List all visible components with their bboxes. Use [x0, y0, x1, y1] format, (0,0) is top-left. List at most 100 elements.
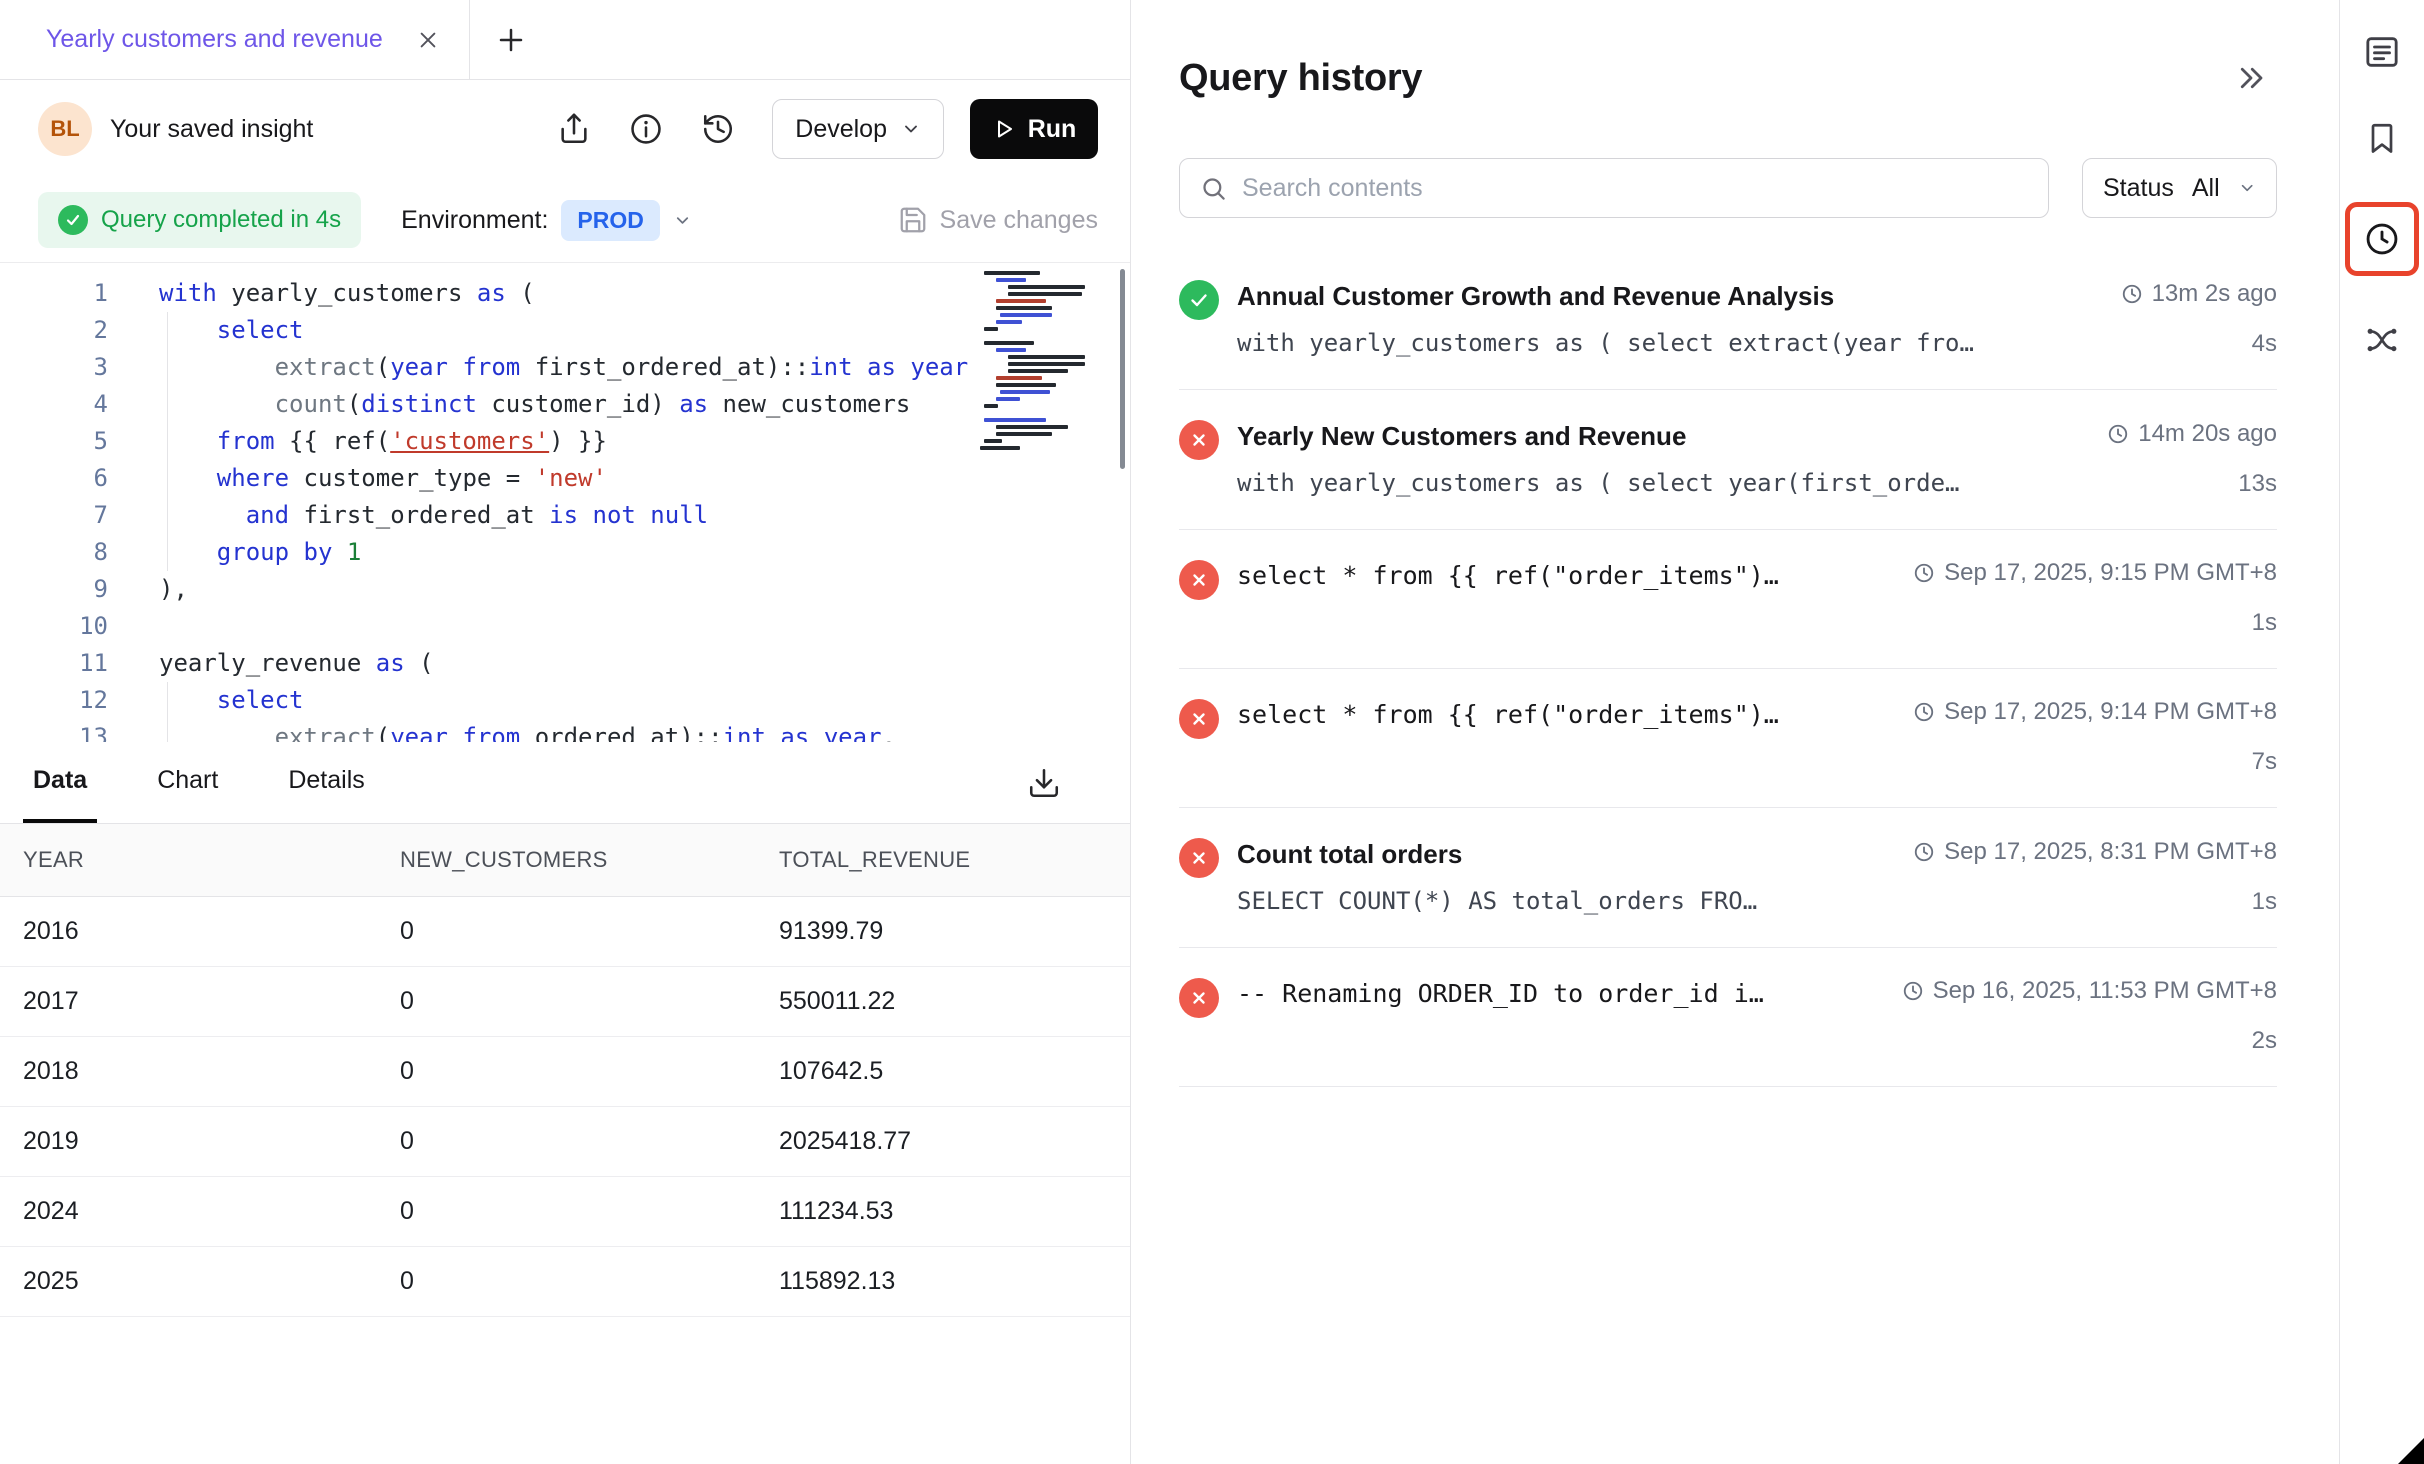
history-item-duration: 1s [2252, 885, 2277, 919]
tab-data[interactable]: Data [23, 742, 97, 823]
share-button[interactable] [548, 103, 600, 155]
history-item-time: 14m 20s ago [2107, 420, 2277, 448]
table-cell: 2025 [23, 1267, 400, 1296]
table-cell: 115892.13 [779, 1267, 1107, 1296]
table-row[interactable]: 2016091399.79 [0, 897, 1130, 967]
chevron-down-icon [673, 211, 692, 230]
tab-bar: Yearly customers and revenue [0, 0, 1130, 80]
code-line[interactable]: 4 count(distinct customer_id) as new_cus… [0, 386, 1130, 423]
corner-marker [2398, 1438, 2424, 1464]
table-row[interactable]: 20170550011.22 [0, 967, 1130, 1037]
history-item-time: Sep 17, 2025, 9:15 PM GMT+8 [1913, 559, 2277, 587]
query-status-text: Query completed in 4s [101, 206, 341, 234]
code-line[interactable]: 11yearly_revenue as ( [0, 645, 1130, 682]
collapse-panel-button[interactable] [2225, 52, 2277, 104]
status-bar: Query completed in 4s Environment: PROD … [0, 178, 1130, 263]
status-filter-dropdown[interactable]: Status All [2082, 158, 2277, 218]
history-item[interactable]: Count total ordersSep 17, 2025, 8:31 PM … [1179, 808, 2277, 948]
play-icon [992, 117, 1016, 141]
clock-icon [1902, 980, 1924, 1002]
tab-close-icon[interactable] [417, 29, 439, 51]
code-line[interactable]: 5 from {{ ref('customers') }} [0, 423, 1130, 460]
status-filter-value: All [2192, 174, 2220, 203]
history-item-time: Sep 17, 2025, 9:14 PM GMT+8 [1913, 698, 2277, 726]
lineage-button[interactable] [2360, 318, 2404, 362]
history-item[interactable]: Annual Customer Growth and Revenue Analy… [1179, 250, 2277, 390]
column-header[interactable]: YEAR [23, 847, 400, 873]
table-header: YEARNEW_CUSTOMERSTOTAL_REVENUE [0, 824, 1130, 897]
code-text: select [108, 312, 304, 349]
history-item[interactable]: Yearly New Customers and Revenue14m 20s … [1179, 390, 2277, 530]
save-changes-button[interactable]: Save changes [898, 205, 1098, 235]
column-header[interactable]: NEW_CUSTOMERS [400, 847, 779, 873]
table-row[interactable]: 20250115892.13 [0, 1247, 1130, 1317]
code-line[interactable]: 2 select [0, 312, 1130, 349]
error-status-icon [1179, 699, 1219, 739]
code-text: yearly_revenue as ( [108, 645, 434, 682]
tab-label: Yearly customers and revenue [46, 25, 383, 54]
column-header[interactable]: TOTAL_REVENUE [779, 847, 1107, 873]
crossing-curves-icon [2363, 321, 2401, 359]
environment-selector[interactable]: Environment: PROD [401, 200, 692, 241]
editor-minimap[interactable] [980, 271, 1085, 453]
history-item-time: 13m 2s ago [2121, 280, 2277, 308]
check-circle-icon [58, 205, 88, 235]
code-area[interactable]: 1with yearly_customers as (2 select3 ext… [0, 275, 1130, 742]
insight-header: BL Your saved insight Develop Run [0, 80, 1130, 178]
table-cell: 0 [400, 1057, 779, 1086]
code-text: from {{ ref('customers') }} [108, 423, 607, 460]
code-line[interactable]: 6 where customer_type = 'new' [0, 460, 1130, 497]
code-text: where customer_type = 'new' [108, 460, 607, 497]
run-button[interactable]: Run [970, 99, 1098, 159]
history-item[interactable]: -- Renaming ORDER_ID to order_id i… Sep 1… [1179, 948, 2277, 1087]
code-line[interactable]: 12 select [0, 682, 1130, 719]
query-history-button[interactable] [2360, 217, 2404, 261]
search-box[interactable] [1179, 158, 2049, 218]
history-item-time: Sep 16, 2025, 11:53 PM GMT+8 [1902, 977, 2277, 1005]
sql-editor[interactable]: 1with yearly_customers as (2 select3 ext… [0, 263, 1130, 742]
table-body: 2016091399.7920170550011.2220180107642.5… [0, 897, 1130, 1317]
search-icon [1200, 175, 1227, 202]
error-status-icon [1179, 978, 1219, 1018]
code-line[interactable]: 8 group by 1 [0, 534, 1130, 571]
code-line[interactable]: 13 extract(year from ordered_at)::int as… [0, 719, 1130, 742]
history-item-title: -- Renaming ORDER_ID to order_id i… [1237, 976, 1764, 1012]
code-line[interactable]: 10 [0, 608, 1130, 645]
table-cell: 2025418.77 [779, 1127, 1107, 1156]
x-icon [1188, 987, 1210, 1009]
history-item-duration: 2s [2252, 1024, 2277, 1058]
code-text: with yearly_customers as ( [108, 275, 535, 312]
right-icon-rail [2339, 0, 2424, 1464]
line-number: 10 [0, 608, 108, 645]
code-line[interactable]: 3 extract(year from first_ordered_at)::i… [0, 349, 1130, 386]
tab-yearly-customers-and-revenue[interactable]: Yearly customers and revenue [0, 0, 470, 79]
tab-details[interactable]: Details [278, 742, 374, 823]
tab-chart[interactable]: Chart [147, 742, 228, 823]
table-row[interactable]: 20180107642.5 [0, 1037, 1130, 1107]
version-history-button[interactable] [692, 103, 744, 155]
code-line[interactable]: 1with yearly_customers as ( [0, 275, 1130, 312]
avatar[interactable]: BL [38, 102, 92, 156]
table-row[interactable]: 201902025418.77 [0, 1107, 1130, 1177]
results-tabbar: Data Chart Details [0, 742, 1130, 824]
code-line[interactable]: 9), [0, 571, 1130, 608]
query-history-header: Query history [1179, 52, 2277, 104]
new-tab-button[interactable] [470, 0, 552, 79]
bookmarks-button[interactable] [2360, 116, 2404, 160]
chevron-down-icon [901, 119, 921, 139]
download-results-button[interactable] [1018, 757, 1070, 809]
line-number: 4 [0, 386, 108, 423]
info-button[interactable] [620, 103, 672, 155]
status-filter-label: Status [2103, 174, 2174, 203]
history-item-time: Sep 17, 2025, 8:31 PM GMT+8 [1913, 838, 2277, 866]
search-input[interactable] [1242, 174, 2028, 203]
history-item[interactable]: select * from {{ ref("order_items")…Sep … [1179, 669, 2277, 808]
history-item[interactable]: select * from {{ ref("order_items")…Sep … [1179, 530, 2277, 669]
query-list-button[interactable] [2360, 30, 2404, 74]
code-line[interactable]: 7 and first_ordered_at is not null [0, 497, 1130, 534]
clock-icon [2363, 220, 2401, 258]
editor-scrollbar[interactable] [1120, 269, 1125, 469]
develop-dropdown[interactable]: Develop [772, 99, 944, 159]
indent-guide [167, 682, 168, 742]
table-row[interactable]: 20240111234.53 [0, 1177, 1130, 1247]
